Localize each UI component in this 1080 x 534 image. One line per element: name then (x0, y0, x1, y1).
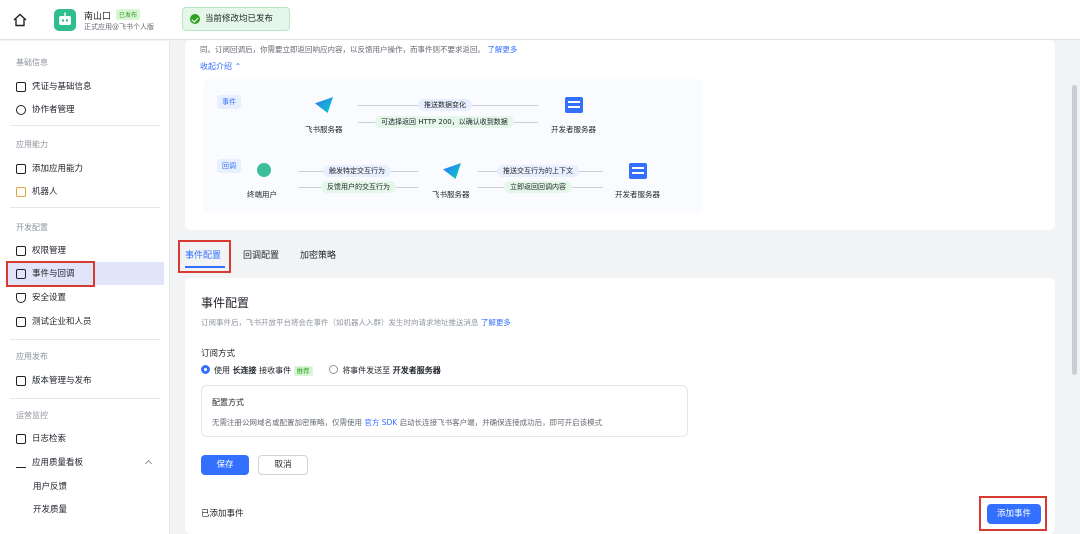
highlight-annotation-tab (178, 240, 231, 273)
highlight-annotation-add-event (979, 496, 1047, 531)
test-icon (16, 317, 26, 327)
node-dev-server: 开发者服务器 (551, 125, 596, 134)
robot-icon (16, 187, 26, 197)
sidebar-item-versions[interactable]: 版本管理与发布 (16, 373, 92, 389)
divider (10, 125, 160, 126)
home-icon[interactable] (12, 12, 28, 28)
lock-icon (16, 246, 26, 256)
toast-text: 当前修改均已发布 (205, 14, 274, 24)
radio-selected-icon[interactable] (201, 365, 210, 374)
sidebar-item-credentials[interactable]: 凭证与基础信息 (16, 79, 92, 95)
tab-callback-config[interactable]: 回调配置 (243, 248, 279, 261)
section-title: 事件配置 (201, 296, 250, 310)
added-events-label: 已添加事件 (201, 509, 244, 519)
arrow-trigger: 触发特定交互行为 (323, 165, 391, 177)
upload-icon (16, 376, 26, 386)
radio-unselected-icon[interactable] (329, 365, 339, 374)
log-search-icon (16, 434, 26, 444)
group-title-release: 应用发布 (16, 352, 48, 361)
top-bar: 南山口 已发布 正式应用@飞书个人版 当前修改均已发布 (0, 0, 1080, 40)
arrow-push-context: 推送交互行为的上下文 (497, 165, 579, 177)
option-dev-server[interactable]: 将事件发送至 开发者服务器 (329, 365, 441, 375)
server-icon (629, 163, 647, 179)
group-title-basic: 基础信息 (16, 58, 48, 67)
node-end-user: 终端用户 (247, 190, 277, 199)
node-feishu-server: 飞书服务器 (305, 125, 343, 134)
sidebar-item-logs[interactable]: 日志检索 (16, 431, 66, 447)
sidebar-item-bot[interactable]: 机器人 (16, 184, 58, 200)
app-name: 南山口 (84, 12, 112, 22)
arrow-push-change: 推送数据变化 (418, 99, 472, 111)
sidebar-item-collaborators[interactable]: 协作者管理 (16, 102, 75, 118)
config-method-title: 配置方式 (212, 398, 244, 407)
option-long-connection[interactable]: 使用 长连接 接收事件 推荐 (201, 365, 315, 376)
app-subtitle: 正式应用@飞书个人版 (84, 23, 154, 31)
chevron-up-icon[interactable] (144, 459, 153, 468)
intro-text: 同。订阅回调后，你需要立即返回响应内容，以反馈用户操作，而事件则不要求返回。 了… (200, 45, 518, 54)
collapse-intro-link[interactable]: 收起介绍 ⌃ (200, 61, 241, 72)
sidebar-item-quality-dashboard[interactable]: 应用质量看板 (16, 455, 83, 471)
tab-encryption[interactable]: 加密策略 (300, 248, 336, 261)
recommended-tag: 推荐 (293, 366, 313, 376)
app-avatar-robot-icon (54, 9, 76, 31)
group-title-capability: 应用能力 (16, 140, 48, 149)
official-sdk-link[interactable]: 官方 SDK (364, 418, 397, 427)
node-feishu-server-2: 飞书服务器 (432, 190, 470, 199)
arrow-return-response: 立即返回回调内容 (504, 181, 572, 193)
callback-row-tag: 回调 (217, 159, 241, 173)
sidebar-item-permissions[interactable]: 权限管理 (16, 243, 66, 259)
shield-icon (16, 293, 26, 303)
section-description: 订阅事件后，飞书开放平台将会在事件（如机器人入群）发生时向请求地址推送消息 了解… (201, 318, 511, 327)
subscription-method-label: 订阅方式 (201, 349, 236, 359)
learn-more-link[interactable]: 了解更多 (481, 318, 511, 327)
divider (10, 398, 160, 399)
sidebar-item-add-capability[interactable]: 添加应用能力 (16, 161, 83, 177)
config-method-box: 配置方式 无需注册公网域名或配置加密策略，仅需使用 官方 SDK 启动长连接飞书… (201, 385, 688, 437)
intro-learn-more-link[interactable]: 了解更多 (487, 45, 517, 54)
feishu-logo-icon (315, 97, 333, 113)
user-icon (257, 163, 271, 177)
subscription-method-options: 使用 长连接 接收事件 推荐 将事件发送至 开发者服务器 (201, 365, 441, 376)
group-title-monitoring: 运营监控 (16, 411, 48, 420)
arrow-feedback: 反馈用户的交互行为 (321, 181, 396, 193)
event-row-tag: 事件 (217, 95, 241, 109)
flow-diagram: 事件 飞书服务器 推送数据变化 可选择返回 HTTP 200，以确认收到数据 开… (203, 79, 703, 213)
save-button[interactable]: 保存 (201, 455, 249, 475)
grid-plus-icon (16, 164, 26, 174)
sidebar: 基础信息 凭证与基础信息 协作者管理 应用能力 添加应用能力 机器人 开发配置 … (0, 41, 170, 534)
sidebar-item-user-feedback[interactable]: 用户反馈 (16, 479, 67, 495)
success-check-icon (190, 14, 200, 24)
publish-toast: 当前修改均已发布 (182, 7, 290, 31)
arrow-return-200: 可选择返回 HTTP 200，以确认收到数据 (375, 116, 514, 128)
bar-chart-icon (16, 458, 26, 468)
feishu-logo-icon (443, 163, 461, 179)
sidebar-item-test-tenants[interactable]: 测试企业和人员 (16, 314, 92, 330)
highlight-annotation-sidebar (6, 261, 95, 287)
person-icon (16, 105, 26, 115)
config-method-text: 无需注册公网域名或配置加密策略，仅需使用 官方 SDK 启动长连接飞书客户端，并… (212, 418, 603, 427)
sidebar-item-dev-quality[interactable]: 开发质量 (16, 502, 67, 518)
sidebar-item-security[interactable]: 安全设置 (16, 290, 66, 306)
scrollbar-thumb[interactable] (1072, 85, 1077, 375)
server-icon (565, 97, 583, 113)
app-status-tag: 已发布 (116, 9, 141, 20)
cancel-button[interactable]: 取消 (258, 455, 308, 475)
card-icon (16, 82, 26, 92)
divider (10, 207, 160, 208)
group-title-dev-config: 开发配置 (16, 223, 48, 232)
divider (10, 339, 160, 340)
node-dev-server-2: 开发者服务器 (615, 190, 660, 199)
